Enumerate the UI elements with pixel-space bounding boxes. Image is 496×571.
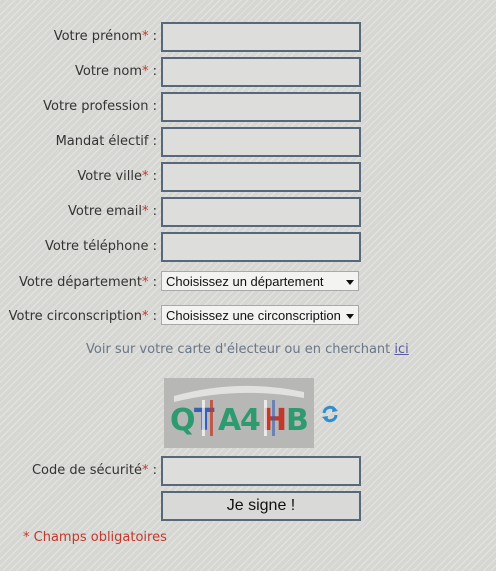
- captcha-graphic: Q T A 4 H B: [164, 378, 314, 448]
- row-lastname: Votre nom* :: [0, 57, 496, 87]
- captcha-image: Q T A 4 H B: [164, 378, 314, 448]
- required-fields-note: * Champs obligatoires: [23, 530, 167, 545]
- circonscription-label: Votre circonscription* :: [8, 309, 157, 324]
- row-city: Votre ville* :: [0, 162, 496, 192]
- row-circonscription: Votre circonscription* : Choisissez une …: [0, 302, 496, 332]
- row-profession: Votre profession :: [0, 92, 496, 122]
- row-security-code: Code de sécurité* :: [0, 456, 496, 486]
- firstname-label: Votre prénom* :: [53, 29, 157, 44]
- security-code-label: Code de sécurité* :: [31, 463, 157, 478]
- captcha-char-1: Q: [170, 403, 196, 438]
- chevron-down-icon: [346, 314, 354, 319]
- refresh-icon[interactable]: [320, 404, 340, 424]
- lastname-label: Votre nom* :: [75, 64, 157, 79]
- security-code-field[interactable]: [161, 456, 361, 486]
- hint-link[interactable]: ici: [394, 342, 408, 357]
- row-firstname: Votre prénom* :: [0, 22, 496, 52]
- email-field[interactable]: [161, 197, 361, 227]
- email-label: Votre email* :: [68, 204, 157, 219]
- signature-form: Votre prénom* : Votre nom* : Votre profe…: [0, 0, 496, 571]
- city-label: Votre ville* :: [77, 169, 157, 184]
- city-field[interactable]: [161, 162, 361, 192]
- circonscription-select[interactable]: Choisissez une circonscription: [161, 305, 359, 325]
- row-email: Votre email* :: [0, 197, 496, 227]
- phone-field[interactable]: [161, 232, 361, 262]
- mandate-field[interactable]: [161, 127, 361, 157]
- circonscription-selected-value: Choisissez une circonscription: [166, 308, 341, 323]
- lastname-field[interactable]: [161, 57, 361, 87]
- mandate-label: Mandat électif :: [55, 134, 157, 149]
- row-phone: Votre téléphone :: [0, 232, 496, 262]
- captcha-char-4: 4: [240, 403, 261, 438]
- row-department: Votre département* : Choisissez un dépar…: [0, 268, 496, 298]
- captcha-char-3: A: [218, 403, 242, 438]
- department-selected-value: Choisissez un département: [166, 274, 324, 289]
- firstname-field[interactable]: [161, 22, 361, 52]
- submit-button[interactable]: Je signe !: [161, 491, 361, 521]
- department-label: Votre département* :: [18, 275, 157, 290]
- phone-label: Votre téléphone :: [44, 239, 157, 254]
- captcha-char-6: B: [286, 403, 309, 438]
- row-mandate: Mandat électif :: [0, 127, 496, 157]
- department-select[interactable]: Choisissez un département: [161, 271, 359, 291]
- profession-field[interactable]: [161, 92, 361, 122]
- voter-card-hint: Voir sur votre carte d'électeur ou en ch…: [86, 342, 409, 357]
- profession-label: Votre profession :: [43, 99, 157, 114]
- hint-text: Voir sur votre carte d'électeur ou en ch…: [86, 342, 395, 357]
- chevron-down-icon: [346, 280, 354, 285]
